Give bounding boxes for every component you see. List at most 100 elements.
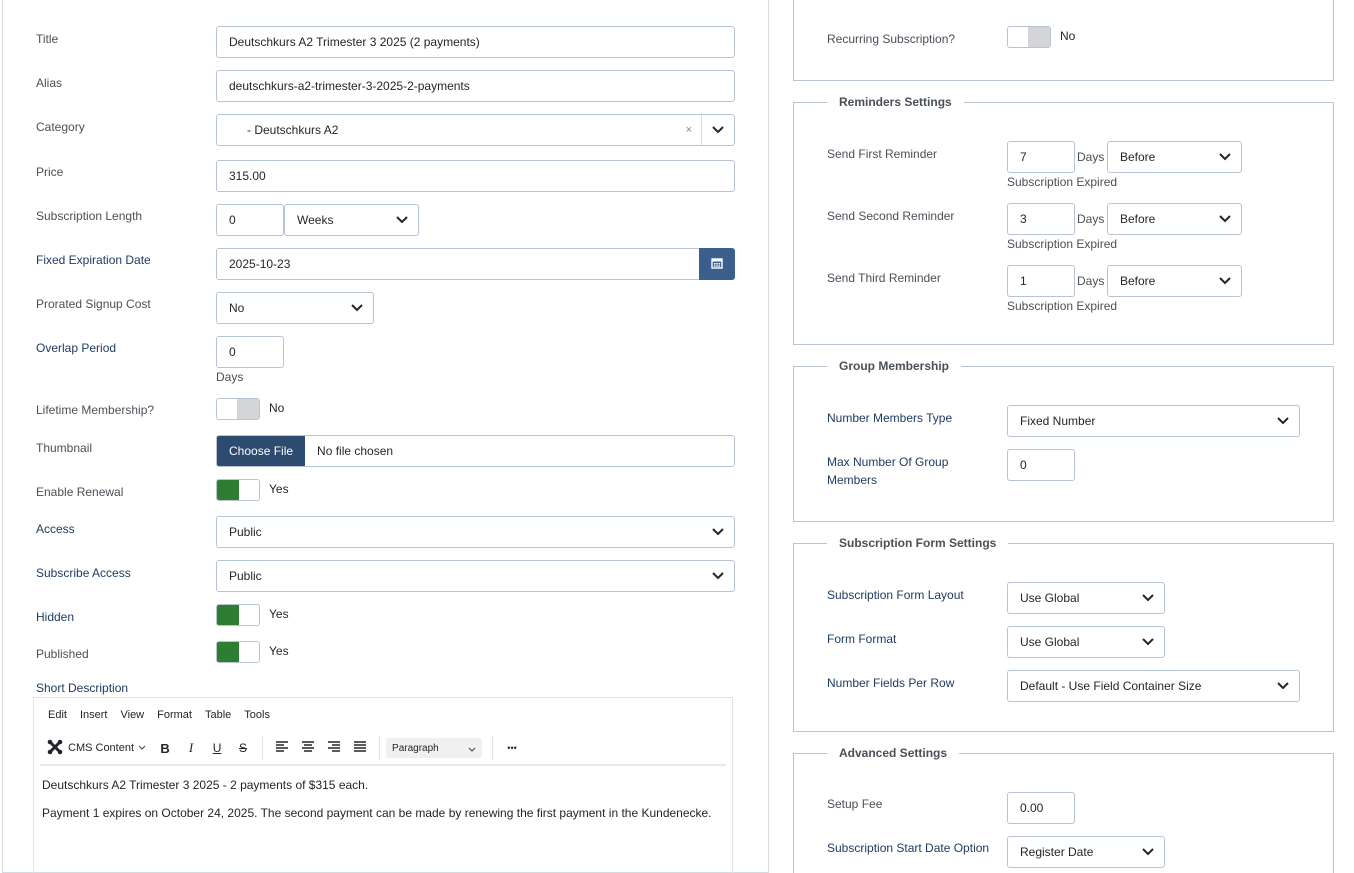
chevron-down-icon — [351, 304, 363, 312]
choose-file-button[interactable]: Choose File — [217, 436, 306, 466]
alias-label: Alias — [36, 76, 63, 90]
editor-menubar: Edit Insert View Format Table Tools — [48, 709, 283, 721]
group-membership-fieldset — [793, 366, 1334, 522]
content-paragraph: Deutschkurs A2 Trimester 3 2025 - 2 paym… — [42, 778, 369, 792]
block-format-select[interactable]: Paragraph — [386, 738, 483, 758]
setup-fee-input[interactable]: 0.00 — [1007, 792, 1075, 824]
underline-button[interactable]: U — [204, 736, 230, 760]
overlap-input[interactable]: 0 — [216, 336, 284, 368]
title-label: Title — [36, 32, 59, 46]
renewal-state: Yes — [269, 482, 289, 496]
fields-per-row-select[interactable]: Default - Use Field Container Size — [1007, 670, 1300, 702]
title-input[interactable]: Deutschkurs A2 Trimester 3 2025 (2 payme… — [216, 26, 735, 58]
second-reminder-when-select[interactable]: Before — [1107, 203, 1242, 235]
first-reminder-label: Send First Reminder — [827, 147, 938, 161]
category-value: - Deutschkurs A2 — [247, 123, 339, 137]
menu-format[interactable]: Format — [157, 709, 192, 721]
menu-table[interactable]: Table — [205, 709, 231, 721]
chevron-down-icon — [468, 745, 476, 756]
prorated-label: Prorated Signup Cost — [36, 297, 151, 311]
published-toggle[interactable] — [216, 641, 260, 663]
price-label: Price — [36, 165, 64, 179]
access-select[interactable]: Public — [216, 516, 735, 548]
third-reminder-unit: Days — [1077, 274, 1105, 288]
third-reminder-help: Subscription Expired — [1007, 299, 1118, 313]
hidden-toggle[interactable] — [216, 604, 260, 626]
members-type-value: Fixed Number — [1020, 414, 1096, 428]
subscribe-access-select[interactable]: Public — [216, 560, 735, 592]
subscription-length-input[interactable]: 0 — [216, 204, 284, 236]
menu-tools[interactable]: Tools — [244, 709, 270, 721]
when-value: Before — [1120, 274, 1156, 288]
max-members-label: Max Number Of Group — [827, 455, 949, 469]
subscription-length-label: Subscription Length — [36, 209, 143, 223]
fixed-expiration-label: Fixed Expiration Date — [36, 253, 151, 267]
recurring-toggle[interactable] — [1007, 26, 1051, 48]
when-value: Before — [1120, 212, 1156, 226]
align-left-button[interactable] — [269, 736, 295, 760]
chevron-down-icon — [138, 742, 146, 754]
renewal-label: Enable Renewal — [36, 485, 124, 499]
file-status: No file chosen — [317, 444, 394, 458]
form-format-select[interactable]: Use Global — [1007, 626, 1165, 658]
calendar-button[interactable] — [699, 248, 735, 280]
joomla-icon — [46, 738, 64, 759]
more-button[interactable]: ••• — [499, 736, 525, 760]
clear-icon[interactable]: × — [686, 124, 692, 136]
justify-icon — [353, 740, 367, 756]
strikethrough-button[interactable]: S — [230, 736, 256, 760]
fixed-expiration-input[interactable]: 2025-10-23 — [216, 248, 700, 280]
second-reminder-label: Send Second Reminder — [827, 209, 955, 223]
chevron-down-icon — [1277, 417, 1289, 425]
chevron-down-icon — [712, 528, 724, 536]
chevron-down-icon — [1219, 215, 1231, 223]
thumbnail-file-input[interactable]: Choose File No file chosen — [216, 435, 735, 467]
menu-view[interactable]: View — [120, 709, 144, 721]
rich-text-editor[interactable]: Edit Insert View Format Table Tools CMS … — [33, 697, 733, 873]
justify-button[interactable] — [347, 736, 373, 760]
first-reminder-when-select[interactable]: Before — [1107, 141, 1242, 173]
members-type-label: Number Members Type — [827, 411, 953, 425]
renewal-toggle[interactable] — [216, 479, 260, 501]
lifetime-toggle[interactable] — [216, 398, 260, 420]
toggle-knob — [217, 642, 239, 662]
members-type-select[interactable]: Fixed Number — [1007, 405, 1300, 437]
price-input[interactable]: 315.00 — [216, 160, 735, 192]
max-members-input[interactable]: 0 — [1007, 449, 1075, 481]
advanced-settings-legend: Advanced Settings — [827, 746, 960, 760]
third-reminder-when-select[interactable]: Before — [1107, 265, 1242, 297]
group-membership-legend: Group Membership — [827, 359, 962, 373]
chevron-down-icon — [1142, 638, 1154, 646]
align-center-button[interactable] — [295, 736, 321, 760]
category-select[interactable]: - Deutschkurs A2 × — [216, 114, 735, 146]
menu-insert[interactable]: Insert — [80, 709, 108, 721]
content-paragraph: Payment 1 expires on October 24, 2025. T… — [42, 806, 712, 820]
subscription-length-unit-select[interactable]: Weeks — [284, 204, 419, 236]
toolbar-separator — [262, 736, 264, 760]
form-layout-label: Subscription Form Layout — [827, 588, 964, 602]
third-reminder-days-input[interactable]: 1 — [1007, 265, 1075, 297]
bold-button[interactable]: B — [152, 736, 178, 760]
subscription-settings-panel: Recurring Subscription? No Reminders Set… — [770, 0, 1354, 873]
hidden-label: Hidden — [36, 610, 75, 624]
start-date-option-select[interactable]: Register Date — [1007, 836, 1165, 868]
italic-button[interactable]: I — [178, 736, 204, 760]
subscribe-access-value: Public — [229, 569, 262, 583]
second-reminder-days-input[interactable]: 3 — [1007, 203, 1075, 235]
prorated-select[interactable]: No — [216, 292, 374, 324]
lifetime-state: No — [269, 401, 285, 415]
published-label: Published — [36, 647, 89, 661]
first-reminder-days-input[interactable]: 7 — [1007, 141, 1075, 173]
editor-content[interactable]: Deutschkurs A2 Trimester 3 2025 - 2 paym… — [42, 778, 724, 834]
alias-input[interactable]: deutschkurs-a2-trimester-3-2025-2-paymen… — [216, 70, 735, 102]
form-layout-select[interactable]: Use Global — [1007, 582, 1165, 614]
cms-content-dropdown[interactable]: CMS Content — [46, 738, 146, 759]
menu-edit[interactable]: Edit — [48, 709, 67, 721]
align-center-icon — [301, 740, 315, 756]
editor-toolbar: CMS Content B I U S Paragraph ••• — [46, 736, 525, 760]
toggle-knob — [217, 605, 239, 625]
recurring-state: No — [1060, 29, 1076, 43]
align-right-button[interactable] — [321, 736, 347, 760]
subscribe-access-label: Subscribe Access — [36, 566, 131, 580]
fields-per-row-value: Default - Use Field Container Size — [1020, 679, 1202, 693]
